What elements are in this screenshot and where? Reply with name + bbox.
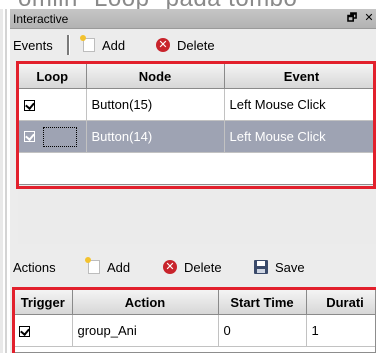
loop-checkbox[interactable] [24, 131, 35, 142]
actions-delete-button[interactable]: ✕ Delete [163, 257, 222, 277]
trigger-cell[interactable] [14, 314, 73, 347]
events-label: Events [13, 38, 53, 53]
start-time-cell[interactable]: 0 [218, 314, 307, 347]
event-cell[interactable]: Left Mouse Click [224, 88, 375, 121]
delete-icon: ✕ [156, 38, 170, 52]
node-cell[interactable]: Button(14) [86, 120, 225, 153]
actions-grid[interactable]: Trigger Action Start Time Durati group_A… [13, 289, 376, 353]
column-header-start-time[interactable]: Start Time [218, 290, 307, 315]
delete-label: Delete [184, 259, 222, 275]
add-icon [85, 257, 100, 274]
action-cell[interactable]: group_Ani [72, 314, 219, 347]
trigger-checkbox[interactable] [19, 326, 30, 338]
add-label: Add [107, 259, 131, 275]
node-cell[interactable]: Button(15) [86, 88, 225, 121]
add-label: Add [102, 37, 126, 53]
column-header-loop[interactable]: Loop [19, 64, 87, 89]
panel-title: Interactive [13, 12, 69, 26]
event-row-selected[interactable]: Button(14) Left Mouse Click [19, 120, 375, 153]
column-header-trigger[interactable]: Trigger [14, 290, 73, 315]
interactive-panel: Interactive 🗗 ✕ Events Add ✕ Delete Loop… [10, 9, 376, 353]
actions-save-button[interactable]: Save [254, 257, 305, 277]
delete-label: Delete [177, 37, 215, 53]
document-text: omiin "Loop" pada tombo [18, 0, 297, 9]
loop-checkbox[interactable] [24, 100, 35, 112]
loop-cell[interactable] [19, 120, 87, 153]
add-icon [80, 35, 95, 52]
document-text-fragment: omiin "Loop" pada tombo [0, 0, 376, 9]
restore-icon[interactable]: 🗗 [345, 12, 359, 25]
actions-label: Actions [13, 260, 56, 275]
toolbar-separator [67, 35, 70, 55]
events-toolbar: Events Add ✕ Delete [10, 33, 376, 57]
column-header-duration[interactable]: Durati [306, 290, 375, 315]
duration-cell[interactable]: 1 [306, 314, 375, 347]
events-delete-button[interactable]: ✕ Delete [156, 35, 215, 55]
events-grid[interactable]: Loop Node Event Button(15) Left Mouse Cl… [18, 63, 376, 185]
close-icon[interactable]: ✕ [362, 12, 376, 25]
events-empty-area [18, 189, 376, 244]
actions-toolbar: Actions Add ✕ Delete Save [10, 255, 376, 279]
delete-icon: ✕ [163, 260, 177, 274]
event-row[interactable]: Button(15) Left Mouse Click [19, 88, 375, 121]
action-row[interactable]: group_Ani 0 1 [14, 314, 375, 347]
focus-indicator [41, 125, 79, 149]
column-header-node[interactable]: Node [86, 64, 225, 89]
column-header-action[interactable]: Action [72, 290, 219, 315]
save-label: Save [275, 259, 305, 275]
events-add-button[interactable]: Add [80, 35, 126, 55]
loop-cell[interactable] [19, 88, 87, 121]
save-icon [254, 260, 268, 274]
column-header-event[interactable]: Event [224, 64, 375, 89]
panel-titlebar[interactable]: Interactive 🗗 ✕ [10, 9, 376, 29]
event-cell[interactable]: Left Mouse Click [224, 120, 375, 153]
actions-add-button[interactable]: Add [85, 257, 131, 277]
